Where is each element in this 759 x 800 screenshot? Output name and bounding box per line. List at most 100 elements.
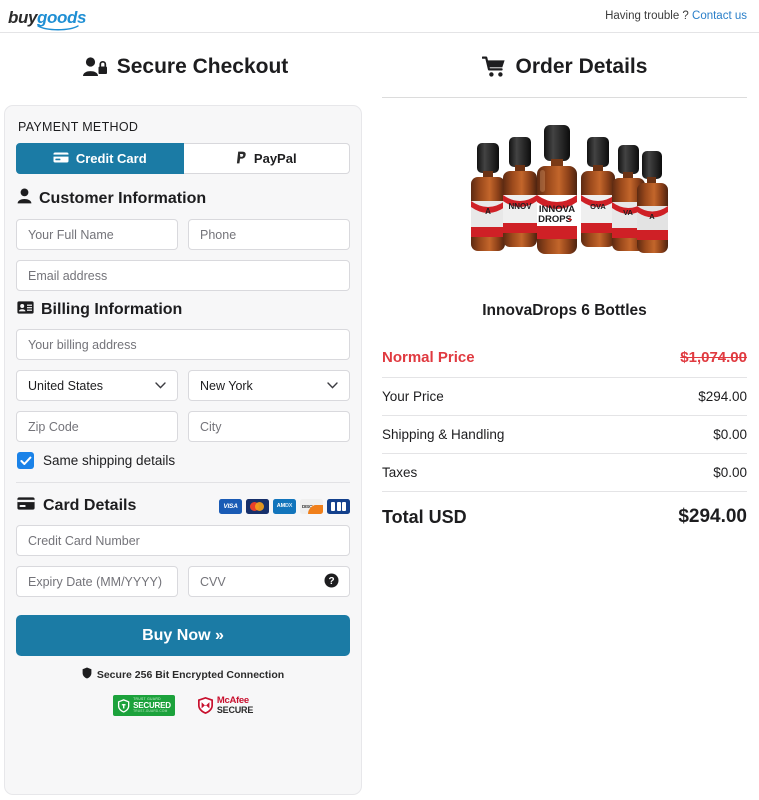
- question-circle-icon[interactable]: ?: [324, 573, 339, 591]
- trust-guard-secured-badge: TRUST GUARD SECURED TRUST-GUARD.COM: [112, 695, 175, 716]
- mcafee-line2: SECURE: [216, 704, 254, 715]
- shield-icon: [82, 667, 92, 682]
- billing-information-title: Billing Information: [41, 301, 183, 318]
- svg-text:+: +: [568, 215, 573, 224]
- order-details-title: Order Details: [515, 55, 648, 78]
- tab-credit-card-label: Credit Card: [75, 151, 147, 166]
- discover-icon: DISCVER: [300, 498, 323, 514]
- expiry-cvv-row: Expiry Date (MM/YYYY) CVV ?: [16, 566, 350, 597]
- help-text-container: Having trouble ? Contact us: [605, 10, 747, 22]
- help-label: Having trouble ?: [605, 10, 689, 22]
- buygoods-logo[interactable]: buygoods: [8, 7, 86, 30]
- innovadrops-bottles-image: A NNOV OVA VA A INNOVA DROPS +: [471, 125, 668, 254]
- order-row-total: Total USD $294.00: [382, 492, 747, 539]
- payment-panel: PAYMENT METHOD Credit Card PayPal Custom…: [4, 105, 362, 795]
- order-row-taxes: Taxes $0.00: [382, 454, 747, 492]
- trust-guard-shield-icon: [117, 698, 130, 713]
- full-name-input[interactable]: Your Full Name: [16, 219, 178, 250]
- taxes-value: $0.00: [713, 465, 747, 480]
- top-bar: buygoods Having trouble ? Contact us: [0, 0, 759, 33]
- phone-input[interactable]: Phone: [188, 219, 350, 250]
- secure-checkout-heading: Secure Checkout: [0, 33, 370, 97]
- customer-information-title: Customer Information: [39, 189, 207, 207]
- chevron-down-icon: [155, 380, 166, 392]
- total-label: Total USD: [382, 506, 467, 527]
- amex-icon: AM DX: [273, 498, 296, 514]
- person-icon: [17, 188, 32, 209]
- order-row-normal-price: Normal Price $1,074.00: [382, 338, 747, 378]
- paypal-icon: [236, 151, 247, 167]
- cvv-input[interactable]: CVV ?: [188, 566, 350, 597]
- svg-text:A: A: [485, 207, 491, 216]
- your-price-value: $294.00: [698, 389, 747, 404]
- contact-us-link[interactable]: Contact us: [692, 10, 747, 22]
- svg-text:NNOV: NNOV: [508, 202, 532, 211]
- state-select-value: New York: [200, 378, 253, 393]
- visa-icon: VISA: [219, 498, 242, 514]
- billing-address-input[interactable]: Your billing address: [16, 329, 350, 360]
- order-details-column: Order Details A NNOV OVA VA A INNOVA DRO…: [370, 33, 759, 795]
- card-details-title: Card Details: [43, 497, 137, 514]
- trust-badges: TRUST GUARD SECURED TRUST-GUARD.COM McAf…: [16, 695, 350, 716]
- billing-information-heading: Billing Information: [17, 301, 350, 319]
- total-value: $294.00: [678, 506, 747, 527]
- cvv-placeholder: CVV: [200, 574, 226, 589]
- jcb-icon: [327, 498, 350, 514]
- country-state-row: United States New York: [16, 370, 350, 401]
- expiry-date-input[interactable]: Expiry Date (MM/YYYY): [16, 566, 178, 597]
- state-select[interactable]: New York: [188, 370, 350, 401]
- name-phone-row: Your Full Name Phone: [16, 219, 350, 250]
- payment-method-tabs: Credit Card PayPal: [16, 143, 350, 174]
- svg-text:A: A: [649, 212, 655, 221]
- tab-paypal-label: PayPal: [253, 151, 297, 166]
- secure-connection-note: Secure 256 Bit Encrypted Connection: [16, 667, 350, 682]
- logo-goods-text: goods: [37, 8, 86, 30]
- same-shipping-label: Same shipping details: [43, 453, 176, 468]
- normal-price-value: $1,074.00: [680, 349, 747, 366]
- id-card-icon: [17, 301, 34, 319]
- product-image: A NNOV OVA VA A INNOVA DROPS +: [370, 116, 759, 286]
- mcafee-secure-badge: McAfee SECURE: [197, 695, 254, 715]
- logo-swoosh-icon: [37, 24, 79, 30]
- card-number-input[interactable]: Credit Card Number: [16, 525, 350, 556]
- email-row: Email address: [16, 260, 350, 291]
- billing-address-row: Your billing address: [16, 329, 350, 360]
- section-divider: [16, 482, 350, 483]
- logo-buy-text: buy: [8, 7, 38, 27]
- city-input[interactable]: City: [188, 411, 350, 442]
- buy-now-button[interactable]: Buy Now »: [16, 615, 350, 656]
- chevron-down-icon: [327, 380, 338, 392]
- svg-text:VA: VA: [623, 208, 633, 217]
- card-details-heading: Card Details VISA AMDX DISCVER: [17, 497, 350, 515]
- payment-method-label: PAYMENT METHOD: [18, 120, 139, 134]
- trust-guard-bottom-text: TRUST-GUARD.COM: [133, 708, 168, 713]
- email-input[interactable]: Email address: [16, 260, 350, 291]
- secure-checkout-column: Secure Checkout PAYMENT METHOD Credit Ca…: [0, 33, 370, 795]
- zip-city-row: Zip Code City: [16, 411, 350, 442]
- normal-price-label: Normal Price: [382, 349, 475, 366]
- tab-paypal[interactable]: PayPal: [183, 143, 350, 174]
- credit-card-icon: [53, 151, 69, 166]
- your-price-label: Your Price: [382, 389, 444, 404]
- credit-card-icon: [17, 497, 35, 515]
- secure-connection-text: Secure 256 Bit Encrypted Connection: [96, 668, 285, 681]
- shipping-label: Shipping & Handling: [382, 427, 505, 442]
- order-details-divider: [382, 97, 747, 98]
- same-shipping-checkbox[interactable]: [17, 452, 34, 469]
- customer-information-heading: Customer Information: [17, 188, 350, 209]
- taxes-label: Taxes: [382, 465, 418, 480]
- tab-credit-card[interactable]: Credit Card: [16, 143, 184, 174]
- svg-text:OVA: OVA: [590, 202, 606, 211]
- same-shipping-row[interactable]: Same shipping details: [17, 452, 350, 469]
- check-icon: [19, 456, 31, 465]
- shopping-cart-icon: [481, 56, 507, 78]
- secure-checkout-title: Secure Checkout: [116, 55, 289, 78]
- zip-code-input[interactable]: Zip Code: [16, 411, 178, 442]
- order-row-your-price: Your Price $294.00: [382, 378, 747, 416]
- user-lock-icon: [82, 56, 108, 78]
- country-select[interactable]: United States: [16, 370, 178, 401]
- page-columns: Secure Checkout PAYMENT METHOD Credit Ca…: [0, 33, 759, 795]
- product-name: InnovaDrops 6 Bottles: [482, 302, 647, 319]
- mastercard-icon: [246, 498, 269, 514]
- order-summary-rows: Normal Price $1,074.00 Your Price $294.0…: [382, 338, 747, 539]
